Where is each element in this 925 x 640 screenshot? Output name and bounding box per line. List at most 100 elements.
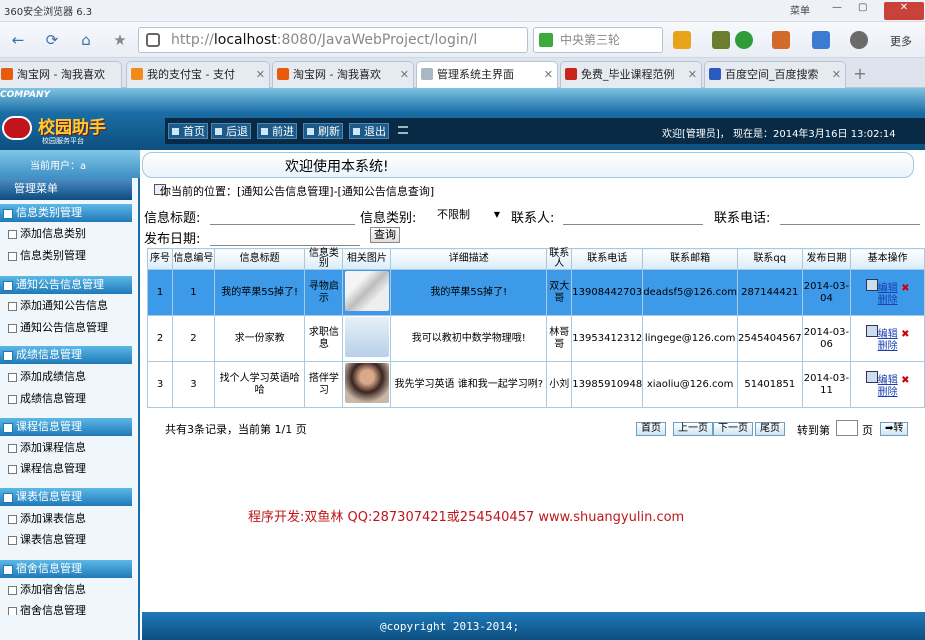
menu-section-dorm[interactable]: 宿舍信息管理 [0, 560, 132, 578]
tab-close-icon[interactable]: ✕ [256, 62, 265, 87]
tab-close-icon[interactable]: ✕ [688, 62, 697, 87]
tab-close-icon[interactable]: ✕ [832, 62, 841, 87]
date-filter-input[interactable] [210, 228, 360, 246]
menu-section-course[interactable]: 课程信息管理 [0, 418, 132, 436]
menu-item-manage-course[interactable]: 课程信息管理 [0, 459, 132, 479]
menu-section-notice[interactable]: 通知公告信息管理 [0, 276, 132, 294]
menu-lines-icon [398, 126, 408, 134]
contact-filter-input[interactable] [563, 207, 703, 225]
refresh-icon[interactable]: ⟳ [40, 28, 64, 52]
logo-subtitle: 校园服务平台 [42, 137, 84, 145]
table-row[interactable]: 1 1 我的苹果5S掉了! 寻物启示 我的苹果5S掉了! 双大哥 1390844… [147, 269, 925, 316]
col-header: 联系人 [546, 248, 573, 270]
delete-icon[interactable]: ✖ [898, 283, 909, 294]
menu-item-manage-score[interactable]: 成绩信息管理 [0, 389, 132, 409]
table-row[interactable]: 2 2 求一份家教 求职信息 我可以教初中数学物理哦! 林哥哥 13953412… [147, 315, 925, 362]
minimize-icon[interactable]: — [832, 2, 842, 13]
cell-title: 我的苹果5S掉了! [213, 269, 306, 316]
menu-item-manage-notice[interactable]: 通知公告信息管理 [0, 318, 132, 338]
menu-item-add-notice[interactable]: 添加通知公告信息 [0, 296, 132, 316]
welcome-bar [142, 152, 914, 178]
tab-baidu[interactable]: 百度空间_百度搜索 ✕ [704, 61, 846, 88]
tab-alipay[interactable]: 我的支付宝 - 支付 ✕ [126, 61, 270, 88]
cell-seq: 1 [147, 269, 173, 316]
cell-description: 我可以教初中数学物理哦! [390, 315, 548, 362]
tab-taobao-1[interactable]: 淘宝网 - 淘我喜欢 [0, 61, 122, 88]
nav-refresh-button[interactable]: 刷新 [303, 123, 343, 139]
star-icon[interactable]: ★ [108, 28, 132, 52]
url-input[interactable]: http://localhost:8080/JavaWebProject/log… [138, 27, 528, 53]
more-button[interactable]: 更多 [890, 33, 912, 49]
menu-item-manage-timetable[interactable]: 课表信息管理 [0, 530, 132, 550]
delete-icon[interactable]: ✖ [898, 375, 909, 386]
menu-section-category[interactable]: 信息类别管理 [0, 204, 132, 222]
apps-icon[interactable] [673, 31, 691, 49]
back-icon[interactable]: ← [6, 28, 30, 52]
next-page-button[interactable]: 下一页 [713, 422, 753, 436]
menu-item-add-category[interactable]: 添加信息类别 [0, 224, 132, 244]
nav-logout-button[interactable]: 退出 [349, 123, 389, 139]
cell-phone: 13985910948 [571, 361, 644, 408]
edit-link[interactable]: 编辑 [878, 329, 898, 340]
nav-back-button[interactable]: 后退 [211, 123, 251, 139]
tab-close-icon[interactable]: ✕ [400, 62, 409, 87]
developer-credit: 程序开发:双鱼林 QQ:287307421或254540457 www.shua… [248, 510, 685, 525]
nav-home-button[interactable]: 首页 [168, 123, 208, 139]
category-select[interactable]: 不限制 ▼ [434, 207, 504, 225]
cell-seq: 2 [147, 315, 173, 362]
security-icon[interactable] [735, 31, 753, 49]
translate-icon[interactable] [772, 31, 790, 49]
table-header-row: 序号 信息编号 信息标题 信息类别 相关图片 详细描述 联系人 联系电话 联系邮… [147, 248, 925, 270]
maximize-icon[interactable]: ▢ [858, 2, 867, 13]
nav-forward-button[interactable]: 前进 [257, 123, 297, 139]
game-icon[interactable] [850, 31, 868, 49]
menu-item-add-dorm[interactable]: 添加宿舍信息 [0, 580, 132, 600]
tab-close-icon[interactable]: ✕ [544, 62, 553, 87]
media-icon[interactable] [712, 31, 730, 49]
last-page-button[interactable]: 尾页 [755, 422, 785, 436]
first-page-button[interactable]: 首页 [636, 422, 666, 436]
new-tab-icon[interactable]: + [850, 64, 870, 84]
delete-link[interactable]: 删除 [878, 341, 898, 352]
menu-section-timetable[interactable]: 课表信息管理 [0, 488, 132, 506]
edit-icon[interactable] [865, 370, 878, 383]
menu-item-add-course[interactable]: 添加课程信息 [0, 438, 132, 458]
menu-item-add-score[interactable]: 添加成绩信息 [0, 367, 132, 387]
home-icon[interactable]: ⌂ [74, 28, 98, 52]
welcome-banner: 欢迎使用本系统! [285, 159, 389, 175]
delete-link[interactable]: 删除 [878, 387, 898, 398]
search-engine-icon[interactable] [539, 33, 553, 47]
title-filter-input[interactable] [210, 207, 355, 225]
close-icon[interactable]: ✕ [884, 2, 924, 20]
delete-link[interactable]: 删除 [878, 295, 898, 306]
cell-phone: 13953412312 [571, 315, 644, 362]
cell-seq: 3 [147, 361, 173, 408]
query-button[interactable]: 查询 [370, 227, 400, 243]
go-button[interactable]: ➡转 [880, 422, 909, 436]
col-header: 信息类别 [304, 248, 344, 270]
tools-icon[interactable] [812, 31, 830, 49]
browser-titlebar [0, 0, 925, 22]
table-row[interactable]: 3 3 找个人学习英语哈哈 搭伴学习 我先学习英语 谁和我一起学习咧? 小刘 1… [147, 361, 925, 408]
delete-icon[interactable]: ✖ [898, 329, 909, 340]
tab-course-sample[interactable]: 免费_毕业课程范例 ✕ [560, 61, 702, 88]
menu-item-manage-dorm[interactable]: 宿舍信息管理 [0, 601, 132, 615]
tab-taobao-2[interactable]: 淘宝网 - 淘我喜欢 ✕ [272, 61, 414, 88]
phone-filter-input[interactable] [780, 207, 920, 225]
goto-page-input[interactable] [836, 420, 858, 436]
edit-link[interactable]: 编辑 [878, 375, 898, 386]
tab-admin-main[interactable]: 管理系统主界面 ✕ [416, 61, 558, 88]
contact-filter-label: 联系人: [511, 211, 555, 226]
menu-item-add-timetable[interactable]: 添加课表信息 [0, 509, 132, 529]
cell-actions: 编辑 ✖ 删除 [850, 269, 925, 316]
menu-section-score[interactable]: 成绩信息管理 [0, 346, 132, 364]
cell-qq: 2545404567 [736, 315, 803, 362]
edit-link[interactable]: 编辑 [878, 283, 898, 294]
menu-item-manage-category[interactable]: 信息类别管理 [0, 246, 132, 266]
edit-icon[interactable] [865, 278, 878, 291]
prev-page-button[interactable]: 上一页 [673, 422, 713, 436]
menu-button[interactable]: 菜单 [790, 2, 810, 17]
cell-description: 我的苹果5S掉了! [390, 269, 548, 316]
company-label: COMPANY [0, 90, 50, 100]
edit-icon[interactable] [865, 324, 878, 337]
